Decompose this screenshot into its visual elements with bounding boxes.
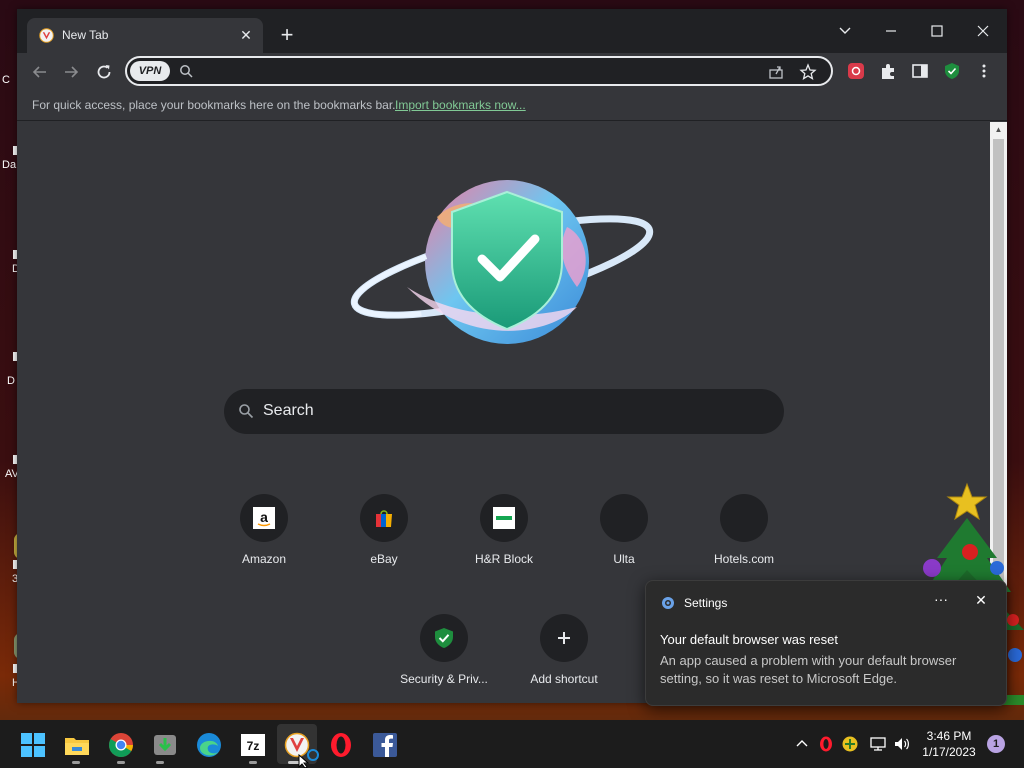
import-bookmarks-link[interactable]: Import bookmarks now... (395, 98, 526, 112)
download-manager-icon[interactable] (152, 732, 178, 758)
network-icon[interactable] (869, 735, 887, 753)
toast-app-name: Settings (684, 596, 728, 610)
security-planet-illustration (350, 180, 654, 344)
shortcut-label: H&R Block (474, 552, 533, 566)
chevron-up-icon[interactable] (793, 735, 811, 753)
share-icon[interactable] (767, 63, 785, 81)
shortcut-ebay[interactable]: eBay (328, 494, 440, 594)
shortcut-label: Add shortcut (530, 672, 598, 686)
svg-text:a: a (260, 509, 268, 525)
search-placeholder: Search (263, 402, 314, 419)
title-bar: New Tab ✕ + (17, 9, 1007, 53)
minimize-button[interactable] (876, 19, 906, 43)
bookmarks-hint: For quick access, place your bookmarks h… (32, 98, 396, 112)
search-icon (180, 65, 193, 78)
extensions-puzzle-icon[interactable] (879, 62, 897, 80)
reload-icon[interactable] (93, 61, 115, 83)
notification-toast[interactable]: Settings ··· ✕ Your default browser was … (645, 580, 1007, 706)
clock-time: 3:46 PM (926, 729, 972, 743)
7zip-icon[interactable]: 7z (240, 732, 266, 758)
search-box[interactable]: Search (224, 389, 784, 434)
facebook-icon[interactable] (372, 732, 398, 758)
toast-close-icon[interactable]: ✕ (972, 592, 990, 610)
shortcut-label: Security & Priv... (400, 672, 488, 686)
side-panel-icon[interactable] (911, 62, 929, 80)
forward-arrow-icon[interactable] (60, 61, 82, 83)
add-shortcut-button[interactable]: Add shortcut (508, 614, 620, 714)
extension-red-icon[interactable] (847, 62, 865, 80)
shield-icon (435, 628, 453, 648)
chrome-icon[interactable] (108, 732, 134, 758)
shortcut-ulta[interactable]: Ulta (568, 494, 680, 594)
hrblock-icon (493, 507, 515, 529)
address-bar[interactable]: VPN (125, 56, 833, 86)
shortcut-label: Ulta (613, 552, 635, 566)
shortcut-hotels[interactable]: Hotels.com (688, 494, 800, 594)
shortcut-security-privacy[interactable]: Security & Priv... (388, 614, 500, 714)
plus-icon (558, 632, 570, 644)
search-icon (239, 404, 254, 419)
settings-gear-icon (662, 597, 674, 609)
tab-title: New Tab (62, 28, 109, 42)
tab-search-chevron-icon[interactable] (830, 19, 860, 43)
bookmarks-bar: For quick access, place your bookmarks h… (17, 89, 1007, 121)
shortcut-label: Hotels.com (713, 552, 775, 566)
edge-icon[interactable] (196, 732, 222, 758)
notification-count-badge[interactable]: 1 (987, 735, 1005, 753)
menu-kebab-icon[interactable] (975, 62, 993, 80)
svg-text:7z: 7z (247, 739, 260, 753)
toast-title: Your default browser was reset (660, 632, 839, 647)
shortcut-label: eBay (370, 552, 398, 566)
ebay-icon (376, 510, 392, 527)
vpn-tray-icon[interactable] (841, 735, 859, 753)
taskbar: 7z 3:46 PM 1/17/2023 1 (0, 720, 1024, 768)
ulta-icon (600, 494, 648, 542)
close-window-button[interactable] (968, 19, 998, 43)
shortcut-label: Amazon (241, 552, 287, 566)
scroll-up-arrow-icon[interactable]: ▲ (990, 122, 1007, 138)
maximize-button[interactable] (922, 19, 952, 43)
browser-logo-icon (39, 28, 54, 43)
vpn-badge[interactable]: VPN (130, 61, 170, 81)
back-arrow-icon[interactable] (29, 61, 51, 83)
system-clock[interactable]: 3:46 PM 1/17/2023 (918, 728, 980, 760)
shortcut-amazon[interactable]: a Amazon (208, 494, 320, 594)
shortcut-hr-block[interactable]: H&R Block (448, 494, 560, 594)
tab-close-icon[interactable]: ✕ (237, 26, 255, 44)
hotels-icon (720, 494, 768, 542)
clock-date: 1/17/2023 (922, 745, 976, 759)
bookmark-star-icon[interactable] (799, 63, 817, 81)
toolbar: VPN (17, 53, 1007, 89)
opera-tray-icon[interactable] (817, 735, 835, 753)
amazon-icon: a (253, 507, 275, 529)
tab-new-tab[interactable]: New Tab ✕ (27, 18, 263, 53)
windows-start-icon[interactable] (20, 732, 46, 758)
loading-spinner-icon (307, 749, 319, 761)
opera-icon[interactable] (328, 732, 354, 758)
security-shield-extension-icon[interactable] (943, 62, 961, 80)
toast-more-icon[interactable]: ··· (932, 591, 950, 611)
new-tab-button[interactable]: + (275, 24, 299, 48)
toast-body: An app caused a problem with your defaul… (660, 653, 957, 686)
file-explorer-icon[interactable] (64, 732, 90, 758)
volume-icon[interactable] (893, 735, 911, 753)
